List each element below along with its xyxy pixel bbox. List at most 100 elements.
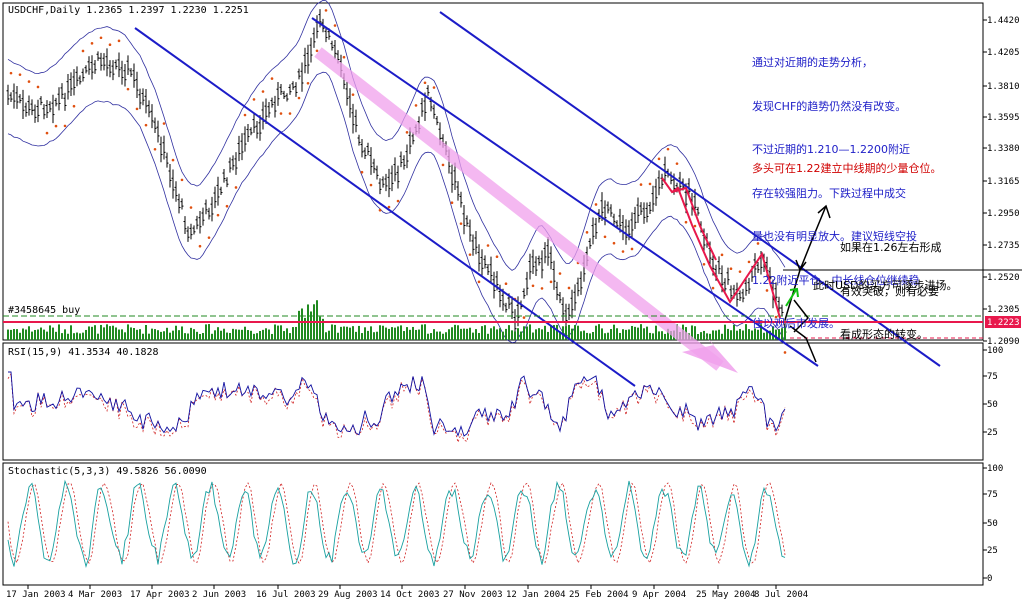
date-tick-label: 25 Feb 2004 <box>569 590 629 600</box>
sar-dot <box>522 316 526 319</box>
date-tick-label: 16 Jul 2003 <box>256 590 316 600</box>
sar-dot <box>351 93 355 96</box>
sar-dot <box>252 98 256 101</box>
sar-dot <box>81 49 85 53</box>
sar-dot <box>639 183 643 186</box>
sar-dot <box>9 71 13 75</box>
sar-dot <box>495 255 499 259</box>
sar-dot <box>216 213 220 217</box>
price-axis: 1.4420 1.4205 1.3810 1.3595 1.3380 1.3165 1.29… <box>983 16 1020 347</box>
sar-dot <box>225 204 229 208</box>
price-tick-label: 1.2305 <box>987 305 1020 315</box>
date-tick-label: 29 Aug 2003 <box>318 590 378 600</box>
sar-dot <box>387 205 391 209</box>
sar-dot <box>594 203 598 206</box>
sar-dot <box>243 113 247 117</box>
date-tick-label: 17 Jan 2003 <box>6 590 66 600</box>
sar-dot <box>585 231 589 234</box>
sar-dot <box>99 36 103 40</box>
price-tick-label: 1.2735 <box>987 241 1020 251</box>
price-tick-label: 1.4205 <box>987 48 1020 58</box>
sar-dot <box>360 170 364 174</box>
date-tick-label: 2 Jun 2003 <box>192 590 246 600</box>
sar-dot <box>693 224 697 228</box>
sar-dot <box>126 87 130 91</box>
sar-dot <box>198 244 202 248</box>
sar-dot <box>369 183 373 187</box>
rsi-tick-label: 25 <box>987 428 998 438</box>
stochastic-tick-label: 50 <box>987 519 998 529</box>
chart-header: USDCHF,Daily 1.2365 1.2397 1.2230 1.2251 <box>8 5 249 16</box>
sar-dot <box>459 222 463 225</box>
date-tick-label: 17 Apr 2003 <box>130 590 190 600</box>
sar-dot <box>54 124 58 128</box>
sar-dot <box>675 162 679 165</box>
sar-dot <box>783 351 787 354</box>
sar-dot <box>90 42 94 45</box>
sar-dot <box>234 186 238 189</box>
stochastic-axis: 100 75 50 25 0 <box>983 464 1003 584</box>
rsi-tick-label: 50 <box>987 400 998 410</box>
sar-dot <box>549 280 553 284</box>
sar-dot <box>72 104 76 108</box>
sar-dot <box>738 270 742 273</box>
stochastic-tick-label: 100 <box>987 464 1003 474</box>
sar-dot <box>108 43 112 47</box>
sar-dot <box>711 286 715 290</box>
sar-dot <box>324 9 328 12</box>
sar-dot <box>45 131 49 135</box>
sar-dot <box>468 253 472 256</box>
sar-dot <box>180 178 184 182</box>
stochastic-header: Stochastic(5,3,3) 49.5826 56.0090 <box>8 466 207 477</box>
sar-dot <box>747 260 751 264</box>
date-tick-label: 9 Apr 2004 <box>632 590 686 600</box>
sar-dot <box>405 131 409 134</box>
stochastic-tick-label: 0 <box>987 574 992 584</box>
sar-dot <box>261 90 265 93</box>
sar-dot <box>567 286 571 290</box>
date-tick-label: 14 Oct 2003 <box>380 590 440 600</box>
price-tick-label: 1.3380 <box>987 144 1020 154</box>
sar-dot <box>63 124 67 128</box>
sar-dot <box>396 199 400 203</box>
date-tick-label: 4 Mar 2003 <box>68 590 122 600</box>
sar-dot <box>603 235 607 239</box>
price-tick-label: 1.3595 <box>987 113 1020 123</box>
sar-dot <box>297 96 301 100</box>
sar-dot <box>342 55 346 59</box>
stochastic-tick-label: 25 <box>987 546 998 556</box>
sar-dot <box>27 80 31 83</box>
sar-dot <box>441 163 445 167</box>
sar-dot <box>288 112 292 115</box>
sar-dot <box>378 208 382 212</box>
sar-dot <box>207 236 211 239</box>
long-position-note: 多头可在1.22建立中线期的少量仓位。 <box>752 162 942 175</box>
sar-dot <box>36 85 40 89</box>
usd-buy-note: 此时USD的买方可逐步进场。 <box>813 279 958 292</box>
rsi-header: RSI(15,9) 41.3534 40.1828 <box>8 347 159 358</box>
sar-dot <box>684 220 688 224</box>
sar-dot <box>18 73 22 76</box>
sar-dot <box>432 86 436 89</box>
sar-dot <box>414 104 418 107</box>
sar-dot <box>306 81 310 85</box>
price-tick-label: 1.3810 <box>987 82 1020 92</box>
sar-dot <box>486 244 490 247</box>
rsi-panel-frame <box>2 342 984 461</box>
sar-dot <box>648 182 652 186</box>
sar-dot <box>450 201 454 205</box>
rsi-tick-label: 100 <box>987 346 1003 356</box>
sar-dot <box>477 280 481 284</box>
current-price-value: 1.2223 <box>987 318 1020 328</box>
stochastic-tick-label: 75 <box>987 490 998 500</box>
date-tick-label: 8 Jul 2004 <box>754 590 808 600</box>
rsi-axis: 100 75 50 25 <box>983 346 1003 438</box>
sar-dot <box>153 147 157 151</box>
sar-dot <box>270 77 274 80</box>
sar-dot <box>333 24 337 27</box>
date-tick-label: 12 Jan 2004 <box>506 590 566 600</box>
date-axis: 17 Jan 2003 4 Mar 2003 17 Apr 2003 2 Jun 20… <box>6 585 808 600</box>
sar-dot <box>702 262 706 266</box>
sar-dot <box>504 282 508 286</box>
sar-dot <box>189 206 193 209</box>
